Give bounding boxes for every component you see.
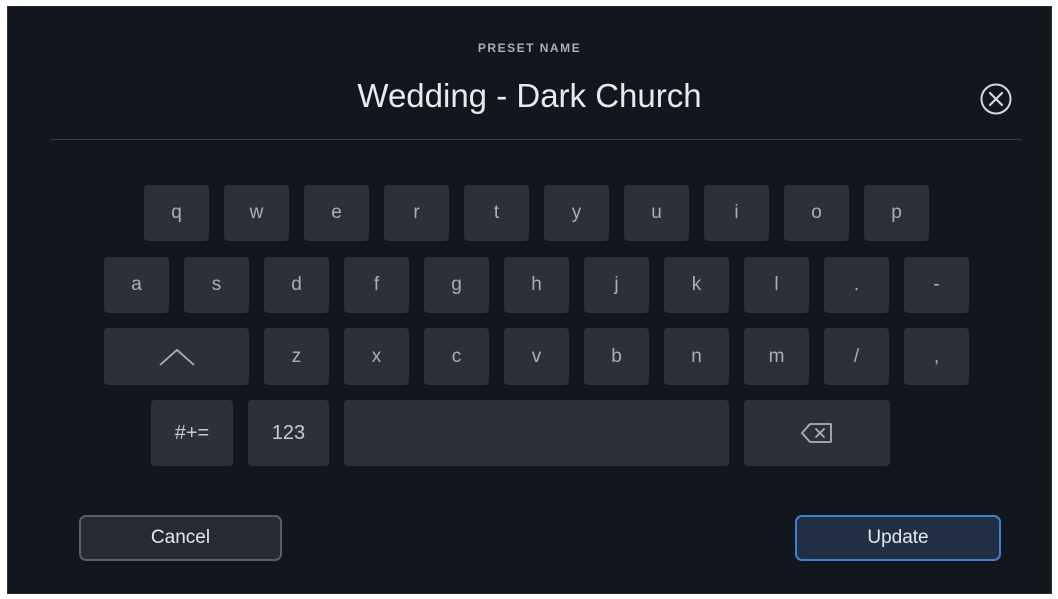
update-button[interactable]: Update — [795, 515, 1001, 561]
key-c[interactable]: c — [424, 328, 489, 385]
key-u[interactable]: u — [624, 185, 689, 241]
cancel-button[interactable]: Cancel — [79, 515, 282, 561]
key-slash[interactable]: / — [824, 328, 889, 385]
key-y[interactable]: y — [544, 185, 609, 241]
backspace-key[interactable] — [744, 400, 890, 466]
key-a[interactable]: a — [104, 257, 169, 313]
key-hyphen[interactable]: - — [904, 257, 969, 313]
key-l[interactable]: l — [744, 257, 809, 313]
symbols-key[interactable]: #+= — [151, 400, 233, 466]
key-v[interactable]: v — [504, 328, 569, 385]
preset-name-input[interactable]: Wedding - Dark Church — [8, 77, 1051, 115]
space-key[interactable] — [344, 400, 729, 466]
key-comma[interactable]: , — [904, 328, 969, 385]
key-n[interactable]: n — [664, 328, 729, 385]
key-h[interactable]: h — [504, 257, 569, 313]
close-circle-icon — [980, 83, 1012, 115]
key-k[interactable]: k — [664, 257, 729, 313]
key-o[interactable]: o — [784, 185, 849, 241]
preset-name-dialog: PRESET NAME Wedding - Dark Church q w e … — [7, 6, 1052, 594]
key-d[interactable]: d — [264, 257, 329, 313]
key-e[interactable]: e — [304, 185, 369, 241]
preset-name-label: PRESET NAME — [477, 41, 582, 55]
key-period[interactable]: . — [824, 257, 889, 313]
shift-key[interactable] — [104, 328, 249, 385]
key-w[interactable]: w — [224, 185, 289, 241]
chevron-up-icon — [158, 348, 195, 366]
key-r[interactable]: r — [384, 185, 449, 241]
key-b[interactable]: b — [584, 328, 649, 385]
key-t[interactable]: t — [464, 185, 529, 241]
key-x[interactable]: x — [344, 328, 409, 385]
key-j[interactable]: j — [584, 257, 649, 313]
key-s[interactable]: s — [184, 257, 249, 313]
key-z[interactable]: z — [264, 328, 329, 385]
divider — [51, 139, 1022, 140]
clear-button[interactable] — [976, 79, 1016, 119]
key-i[interactable]: i — [704, 185, 769, 241]
key-q[interactable]: q — [144, 185, 209, 241]
numbers-key[interactable]: 123 — [248, 400, 329, 466]
key-p[interactable]: p — [864, 185, 929, 241]
backspace-icon — [801, 423, 832, 443]
key-f[interactable]: f — [344, 257, 409, 313]
key-g[interactable]: g — [424, 257, 489, 313]
key-m[interactable]: m — [744, 328, 809, 385]
